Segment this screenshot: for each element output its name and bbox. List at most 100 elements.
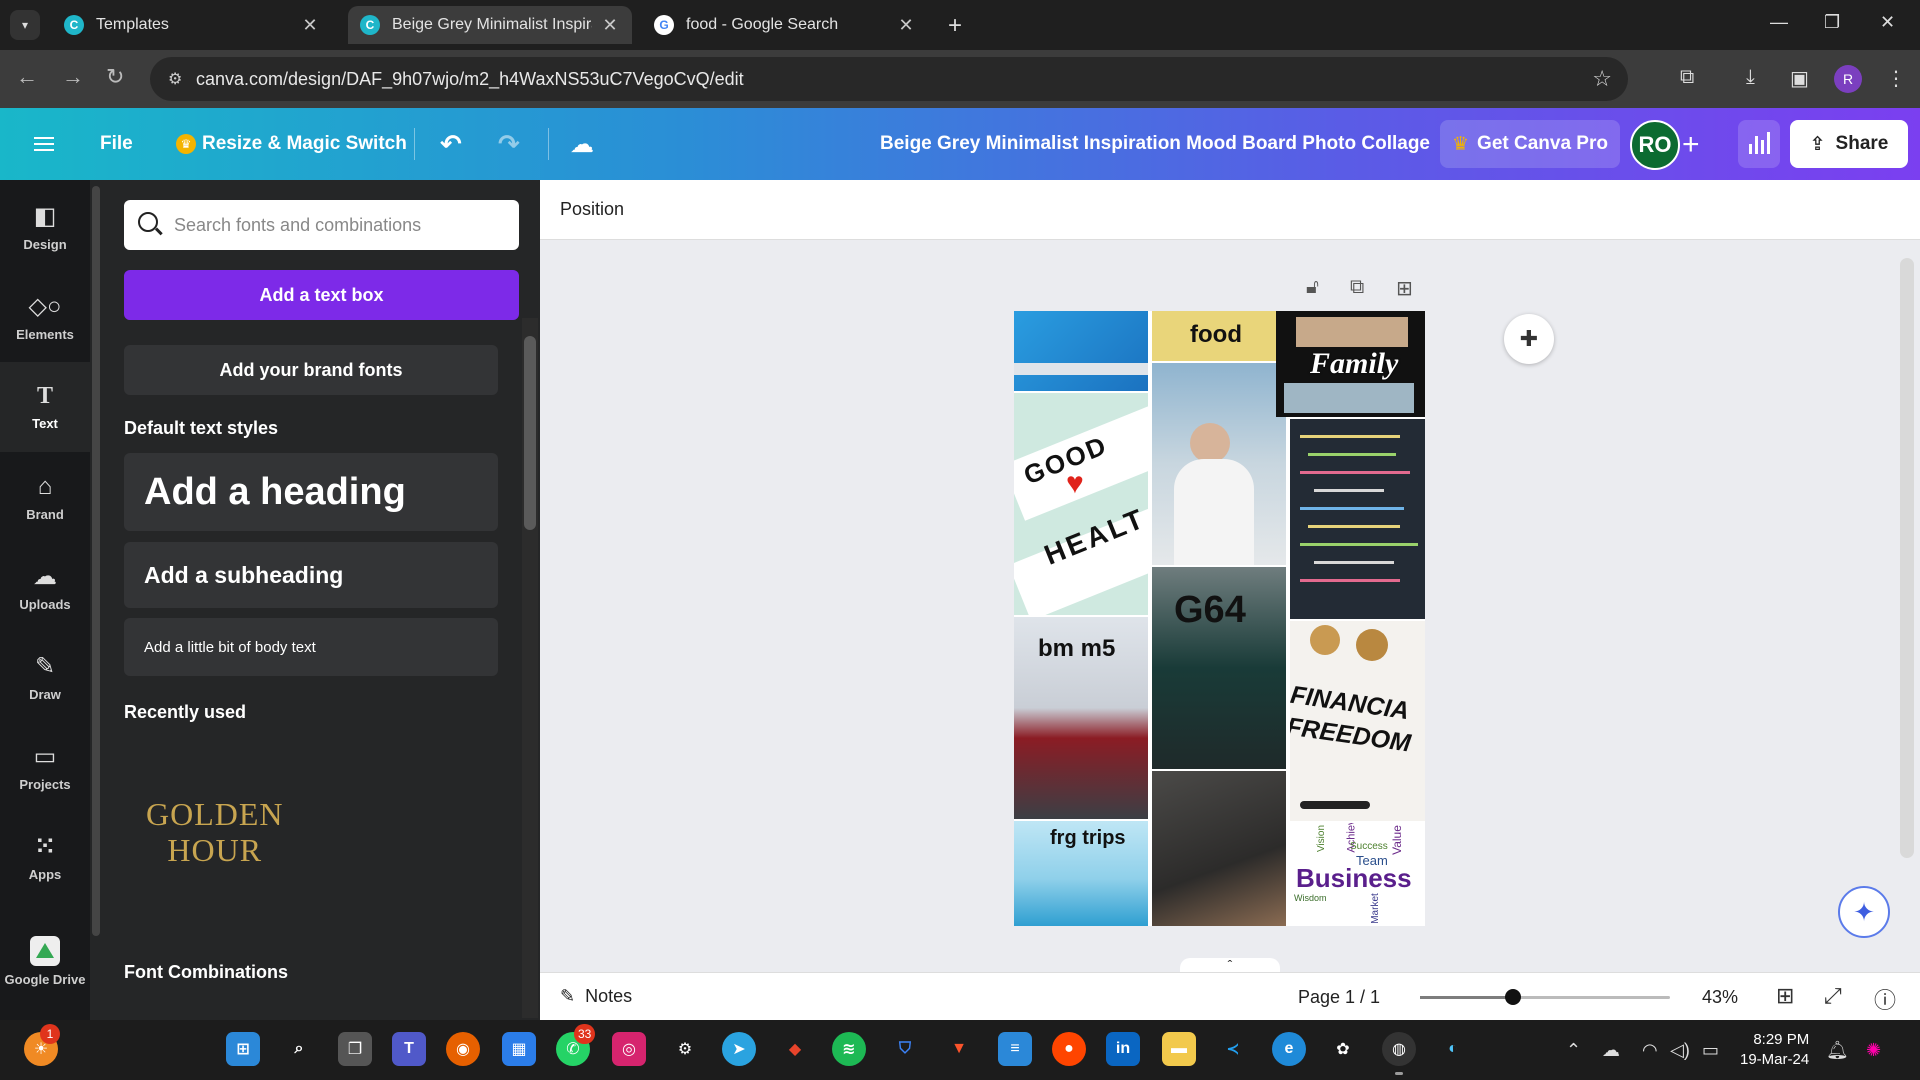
canvas-scrollbar[interactable] <box>1900 258 1914 858</box>
onedrive-cloud-icon[interactable]: ☁ <box>1602 1020 1620 1080</box>
panel-scrollbar-thumb[interactable] <box>524 336 536 530</box>
reload-icon[interactable]: ↻ <box>106 64 124 90</box>
restore-icon[interactable]: ❐ <box>1824 12 1840 33</box>
user-avatar[interactable]: RO <box>1630 120 1680 170</box>
microsoft-store-icon[interactable]: ▦ <box>502 1032 536 1066</box>
rail-item-uploads[interactable]: ☁ Uploads <box>0 542 90 632</box>
rail-item-text[interactable]: T Text <box>0 362 90 452</box>
extensions-icon[interactable]: ⧉ <box>1680 66 1694 89</box>
tile-travel-image[interactable]: frg trips <box>1014 821 1148 926</box>
search-icon[interactable]: ⌕ <box>282 1032 316 1066</box>
windows-start-icon[interactable]: ⊞ <box>226 1032 260 1066</box>
copilot-icon[interactable]: ✺ <box>1866 1020 1881 1080</box>
instagram-icon[interactable]: ◎ <box>612 1032 646 1066</box>
tile-good-health-image[interactable]: GOOD ♥ HEALT <box>1014 393 1148 615</box>
undo-icon[interactable]: ↶ <box>440 108 462 180</box>
font-search-input[interactable] <box>174 200 504 250</box>
back-icon[interactable]: ← <box>16 64 38 90</box>
zoom-slider-thumb[interactable] <box>1505 989 1521 1005</box>
tab-close-icon[interactable]: ✕ <box>896 15 916 36</box>
design-page[interactable]: GOOD ♥ HEALT bm m5 frg trips food G64 Fa… <box>1014 311 1425 926</box>
analytics-icon[interactable] <box>1738 120 1780 168</box>
tile-code-screen-image[interactable] <box>1290 419 1425 619</box>
tile-g64-image[interactable]: G64 <box>1152 567 1286 769</box>
tab-current-design[interactable]: C Beige Grey Minimalist Inspiratic ✕ <box>348 6 632 44</box>
notepad-icon[interactable]: ≡ <box>998 1032 1032 1066</box>
tab-food-search[interactable]: G food - Google Search ✕ <box>642 6 928 44</box>
add-subheading-button[interactable]: Add a subheading <box>124 542 498 608</box>
duplicate-page-icon[interactable]: ⧉ <box>1350 276 1364 299</box>
tab-close-icon[interactable]: ✕ <box>300 15 320 36</box>
forward-icon[interactable]: → <box>62 64 84 90</box>
rail-item-elements[interactable]: ◇○ Elements <box>0 272 90 362</box>
tile-family-collage-image[interactable]: Family <box>1276 311 1425 417</box>
rail-item-draw[interactable]: ✎ Draw <box>0 632 90 722</box>
rail-item-google-drive[interactable]: Google Drive <box>0 916 90 1006</box>
omnibox[interactable]: ⚙ canva.com/design/DAF_9h07wjo/m2_h4WaxN… <box>150 57 1628 101</box>
fullscreen-icon[interactable]: ⤢ <box>1824 983 1842 1009</box>
redo-icon[interactable]: ↷ <box>498 108 520 180</box>
invite-plus-icon[interactable]: + <box>1682 128 1700 162</box>
browser-profile-avatar[interactable]: R <box>1834 65 1862 93</box>
grid-view-icon[interactable]: ⊞ <box>1776 983 1794 1009</box>
show-pages-chevron-icon[interactable]: ˆ <box>1180 958 1280 972</box>
download-icon[interactable]: ⤓ <box>1746 66 1755 89</box>
battery-icon[interactable]: ▭ <box>1702 1020 1719 1080</box>
main-menu-icon[interactable] <box>34 108 54 180</box>
add-body-text-button[interactable]: Add a little bit of body text <box>124 618 498 676</box>
linkedin-icon[interactable]: in <box>1106 1032 1140 1066</box>
edge-icon[interactable]: e <box>1272 1032 1306 1066</box>
settings-gear-icon[interactable]: ⚙ <box>668 1032 702 1066</box>
tile-car-interior-image[interactable] <box>1152 771 1286 926</box>
vscode-icon[interactable]: ≺ <box>1216 1032 1250 1066</box>
bookmark-star-icon[interactable]: ☆ <box>1592 66 1612 92</box>
tab-templates[interactable]: C Templates ✕ <box>52 6 332 44</box>
spotify-icon[interactable]: ≋ <box>832 1032 866 1066</box>
defender-shield-icon[interactable]: ⛉ <box>888 1032 922 1066</box>
volume-icon[interactable]: ◁) <box>1670 1020 1690 1080</box>
tab-close-icon[interactable]: ✕ <box>600 15 620 36</box>
tab-search-button[interactable]: ▾ <box>10 10 40 40</box>
rail-item-brand[interactable]: ⌂ Brand <box>0 452 90 542</box>
share-button[interactable]: ⇪ Share <box>1790 120 1908 168</box>
page-indicator[interactable]: Page 1 / 1 <box>1298 987 1380 1008</box>
tile-money-rain-image[interactable] <box>1152 363 1286 565</box>
wifi-icon[interactable]: ◠ <box>1642 1020 1658 1080</box>
notification-bell-icon[interactable]: 🔔︎ <box>1826 1020 1849 1080</box>
system-clock[interactable]: 8:29 PM 19-Mar-24 <box>1740 1030 1809 1070</box>
file-menu[interactable]: File <box>100 108 133 180</box>
rail-scrollbar[interactable] <box>92 186 100 936</box>
side-panel-icon[interactable]: ▣ <box>1790 66 1809 91</box>
rail-item-projects[interactable]: ▭ Projects <box>0 722 90 812</box>
font-search-field[interactable] <box>124 200 519 250</box>
design-title[interactable]: Beige Grey Minimalist Inspiration Mood B… <box>880 108 1430 180</box>
tile-food-doodle-image[interactable]: food <box>1152 311 1286 361</box>
tile-business-wordcloud-image[interactable]: Achieve Vision Success Team Value Busine… <box>1290 823 1425 926</box>
cloud-saved-icon[interactable]: ☁ <box>570 108 594 180</box>
teams-icon[interactable]: T <box>392 1032 426 1066</box>
add-comment-icon[interactable]: ✚ <box>1504 314 1554 364</box>
add-brand-fonts-button[interactable]: Add your brand fonts <box>124 345 498 395</box>
lock-icon[interactable]: 🔓︎ <box>1306 276 1319 299</box>
help-icon[interactable]: ⓘ <box>1874 983 1896 1015</box>
rail-item-apps[interactable]: ⁙ Apps <box>0 812 90 902</box>
tray-overflow-chevron-icon[interactable]: ⌃ <box>1566 1020 1581 1080</box>
telegram-icon[interactable]: ➤ <box>722 1032 756 1066</box>
tile-bmw-m5-image[interactable]: bm m5 <box>1014 617 1148 819</box>
file-explorer-icon[interactable]: ▬ <box>1162 1032 1196 1066</box>
magic-sparkle-icon[interactable]: ✦ <box>1838 886 1890 938</box>
add-page-icon[interactable]: ⊞ <box>1396 276 1413 301</box>
close-window-icon[interactable]: ✕ <box>1880 12 1895 33</box>
tile-laptop-image[interactable] <box>1014 311 1148 391</box>
new-tab-button[interactable]: + <box>948 12 962 40</box>
reddit-icon[interactable]: ● <box>1052 1032 1086 1066</box>
chrome-icon[interactable]: ◍ <box>1382 1032 1416 1066</box>
network-globe-icon[interactable]: ◐ <box>1436 1032 1470 1066</box>
add-text-box-button[interactable]: Add a text box <box>124 270 519 320</box>
get-canva-pro-button[interactable]: ♛ Get Canva Pro <box>1440 120 1620 168</box>
zoom-level[interactable]: 43% <box>1702 987 1738 1008</box>
anydesk-icon[interactable]: ◆ <box>778 1032 812 1066</box>
chatgpt-icon[interactable]: ✿ <box>1326 1032 1360 1066</box>
position-button[interactable]: Position <box>560 199 624 220</box>
firefox-icon[interactable]: ◉ <box>446 1032 480 1066</box>
